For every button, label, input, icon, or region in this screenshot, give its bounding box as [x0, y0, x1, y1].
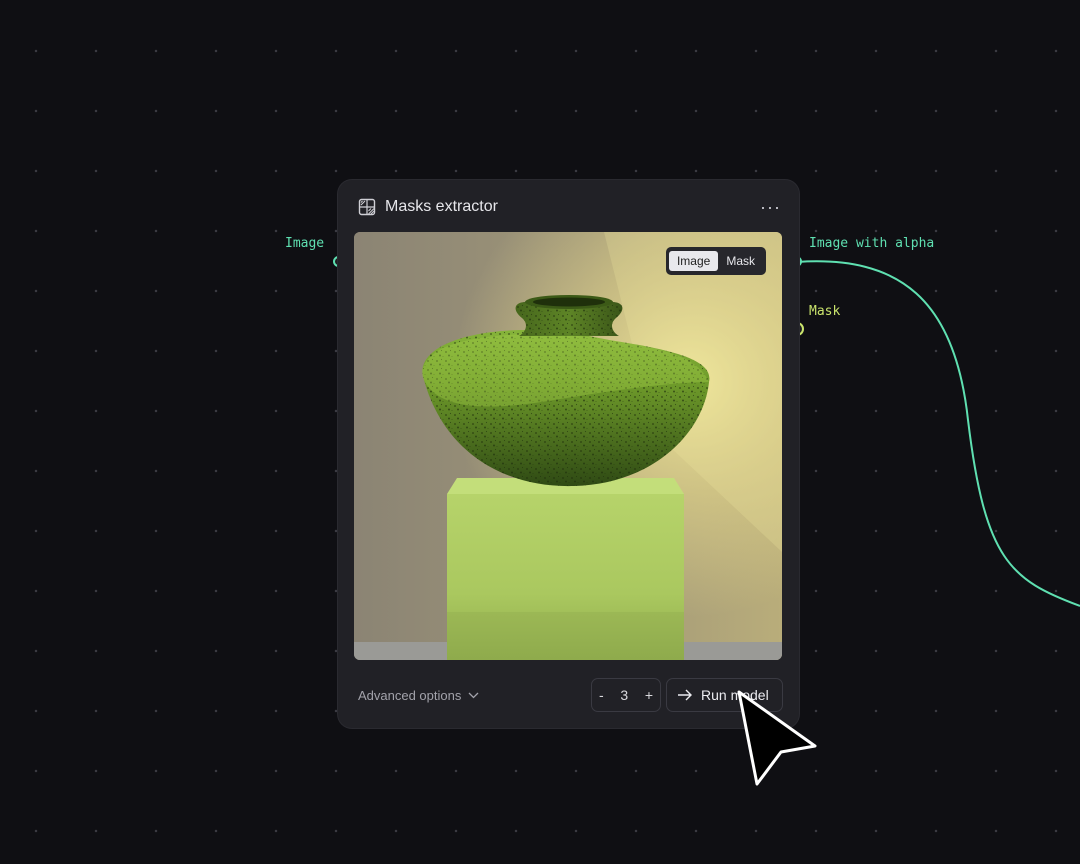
run-count-stepper[interactable]: - 3 + [591, 678, 661, 712]
arrow-right-icon [678, 689, 692, 701]
node-canvas[interactable]: Image Image with alpha Mask Masks extrac… [0, 0, 1080, 864]
image-mask-toggle[interactable]: Image Mask [665, 247, 766, 275]
output-port-label-mask: Mask [809, 304, 841, 319]
output-port-label-image-with-alpha: Image with alpha [809, 236, 935, 251]
stepper-value: 3 [620, 687, 629, 703]
masks-extractor-node[interactable]: Masks extractor ··· Image Mask Advanced … [338, 180, 799, 728]
mask-grid-icon [358, 198, 376, 216]
mouse-pointer-icon [737, 690, 817, 786]
node-header[interactable]: Masks extractor ··· [358, 196, 781, 218]
decrement-button[interactable]: - [599, 687, 604, 703]
more-options-icon[interactable]: ··· [760, 198, 781, 216]
advanced-options-label: Advanced options [358, 687, 462, 703]
vase-image [354, 232, 782, 660]
increment-button[interactable]: + [645, 687, 653, 703]
node-title: Masks extractor [385, 198, 498, 215]
node-footer: Advanced options - 3 + Run model [358, 677, 783, 713]
chevron-down-icon [468, 692, 479, 698]
advanced-options-button[interactable]: Advanced options [358, 688, 479, 703]
image-preview[interactable]: Image Mask [354, 232, 782, 660]
toggle-image-button[interactable]: Image [668, 251, 719, 271]
toggle-mask-button[interactable]: Mask [718, 251, 763, 271]
input-port-label-image: Image [285, 236, 325, 251]
